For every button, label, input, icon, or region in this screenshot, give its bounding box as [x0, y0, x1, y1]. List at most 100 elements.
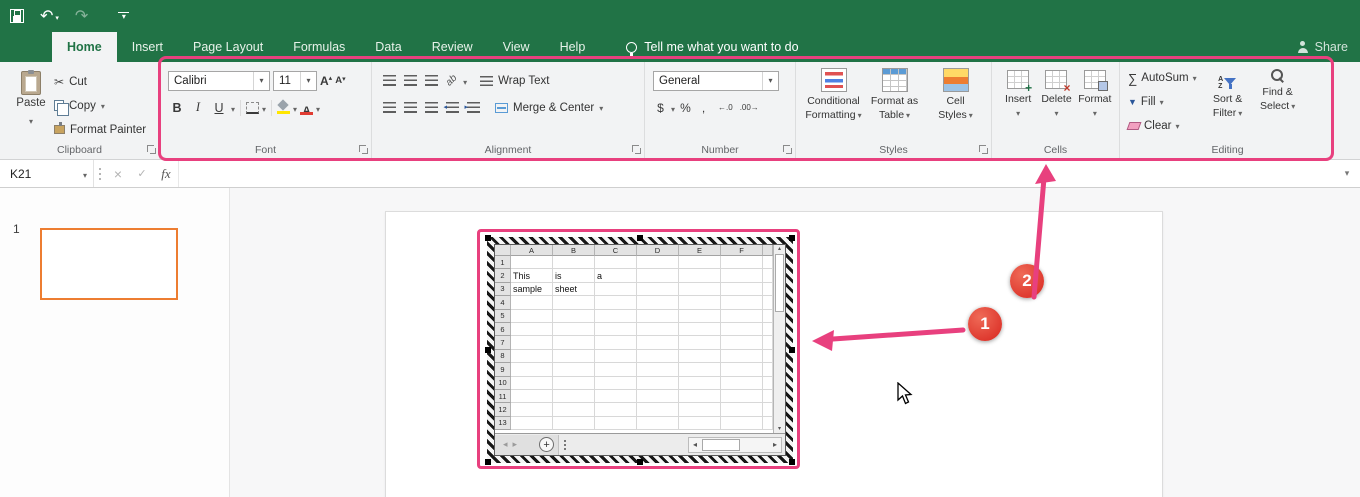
cell-A6[interactable]	[511, 323, 553, 336]
cell-D8[interactable]	[637, 350, 679, 363]
resize-handle-bottom[interactable]	[637, 459, 643, 465]
orientation-chevron-icon[interactable]	[463, 72, 467, 90]
cell-E11[interactable]	[679, 390, 721, 403]
cell-F11[interactable]	[721, 390, 763, 403]
cell-C13[interactable]	[595, 417, 637, 430]
scroll-right-icon[interactable]: ▸	[769, 440, 781, 449]
row-header-11[interactable]: 11	[495, 390, 511, 403]
cell-B1[interactable]	[553, 256, 595, 269]
cell-D11[interactable]	[637, 390, 679, 403]
tab-page-layout[interactable]: Page Layout	[178, 32, 278, 62]
column-header-D[interactable]: D	[637, 245, 679, 256]
orientation-icon[interactable]	[444, 73, 460, 89]
tab-data[interactable]: Data	[360, 32, 416, 62]
cell-D4[interactable]	[637, 296, 679, 309]
autosum-chevron-icon[interactable]	[1193, 72, 1197, 84]
cell-F1[interactable]	[721, 256, 763, 269]
fill-chevron-icon[interactable]	[1160, 96, 1164, 108]
cell-D3[interactable]	[637, 283, 679, 296]
cell-A5[interactable]	[511, 310, 553, 323]
cell-F7[interactable]	[721, 336, 763, 349]
cell-E9[interactable]	[679, 363, 721, 376]
format-as-table-button[interactable]: Format as Table	[865, 68, 924, 121]
copy-button[interactable]: Copy	[54, 95, 146, 116]
cell-C11[interactable]	[595, 390, 637, 403]
insert-function-button[interactable]: fx	[154, 160, 178, 187]
cell-B12[interactable]	[553, 403, 595, 416]
find-select-button[interactable]: Find & Select	[1255, 68, 1301, 136]
conditional-formatting-chevron-icon[interactable]	[858, 109, 862, 122]
tell-me-box[interactable]: Tell me what you want to do	[626, 32, 798, 62]
fill-color-chevron-icon[interactable]	[293, 99, 297, 117]
new-sheet-icon[interactable]: +	[539, 437, 554, 452]
cell-A3[interactable]: sample	[511, 283, 553, 296]
cell-E1[interactable]	[679, 256, 721, 269]
cell-E12[interactable]	[679, 403, 721, 416]
format-as-table-chevron-icon[interactable]	[906, 109, 910, 122]
chevron-down-icon[interactable]	[762, 72, 778, 90]
row-header-9[interactable]: 9	[495, 363, 511, 376]
cell-styles-button[interactable]: Cell Styles	[926, 68, 985, 121]
cell-styles-chevron-icon[interactable]	[969, 109, 973, 122]
vertical-scrollbar[interactable]: ▴ ▾	[773, 245, 785, 433]
cell-B6[interactable]	[553, 323, 595, 336]
cell-C1[interactable]	[595, 256, 637, 269]
cell-E6[interactable]	[679, 323, 721, 336]
autosum-button[interactable]: AutoSum	[1128, 68, 1197, 88]
merge-center-button[interactable]: Merge & Center	[495, 102, 603, 114]
cell-B11[interactable]	[553, 390, 595, 403]
cell-F8[interactable]	[721, 350, 763, 363]
decrease-font-size-button[interactable]: A▾	[335, 75, 345, 86]
resize-handle-right[interactable]	[789, 347, 795, 353]
cell-F3[interactable]	[721, 283, 763, 296]
cell-D5[interactable]	[637, 310, 679, 323]
paste-button[interactable]: Paste	[8, 69, 54, 140]
align-top-icon[interactable]	[383, 75, 396, 86]
tab-help[interactable]: Help	[545, 32, 601, 62]
wrap-text-button[interactable]: Wrap Text	[480, 75, 549, 87]
sort-filter-button[interactable]: Sort & Filter	[1205, 68, 1251, 136]
accounting-chevron-icon[interactable]	[671, 99, 675, 117]
borders-chevron-icon[interactable]	[262, 99, 266, 117]
cell-C8[interactable]	[595, 350, 637, 363]
tab-formulas[interactable]: Formulas	[278, 32, 360, 62]
cell-E7[interactable]	[679, 336, 721, 349]
cell-A4[interactable]	[511, 296, 553, 309]
insert-chevron-icon[interactable]	[1016, 107, 1020, 120]
resize-handle-bottom-right[interactable]	[789, 459, 795, 465]
clear-button[interactable]: Clear	[1128, 116, 1197, 136]
copy-chevron-icon[interactable]	[101, 100, 105, 112]
decrease-indent-icon[interactable]	[446, 102, 459, 113]
number-dialog-launcher[interactable]	[783, 145, 792, 154]
styles-dialog-launcher[interactable]	[979, 145, 988, 154]
align-left-icon[interactable]	[383, 102, 396, 113]
bold-button[interactable]: B	[168, 98, 186, 118]
resize-handle-top-left[interactable]	[485, 235, 491, 241]
underline-button[interactable]: U	[210, 98, 228, 118]
cell-A7[interactable]	[511, 336, 553, 349]
column-header-A[interactable]: A	[511, 245, 553, 256]
fill-color-icon[interactable]	[277, 101, 290, 114]
column-header-C[interactable]: C	[595, 245, 637, 256]
cell-A10[interactable]	[511, 377, 553, 390]
comma-style-button[interactable]: ,	[696, 101, 711, 115]
find-select-chevron-icon[interactable]	[1291, 100, 1295, 113]
cell-E4[interactable]	[679, 296, 721, 309]
cell-C6[interactable]	[595, 323, 637, 336]
increase-font-size-button[interactable]: A▴	[320, 74, 332, 88]
row-header-12[interactable]: 12	[495, 403, 511, 416]
cell-C7[interactable]	[595, 336, 637, 349]
increase-indent-icon[interactable]	[467, 102, 480, 113]
row-header-10[interactable]: 10	[495, 377, 511, 390]
chevron-down-icon[interactable]	[253, 72, 269, 90]
name-box[interactable]: K21	[0, 160, 94, 187]
alignment-dialog-launcher[interactable]	[632, 145, 641, 154]
cell-F9[interactable]	[721, 363, 763, 376]
cell-B7[interactable]	[553, 336, 595, 349]
cell-D7[interactable]	[637, 336, 679, 349]
row-header-3[interactable]: 3	[495, 283, 511, 296]
horizontal-scroll-thumb[interactable]	[702, 439, 740, 451]
vertical-scroll-thumb[interactable]	[775, 254, 784, 312]
italic-button[interactable]: I	[189, 98, 207, 118]
cell-E5[interactable]	[679, 310, 721, 323]
